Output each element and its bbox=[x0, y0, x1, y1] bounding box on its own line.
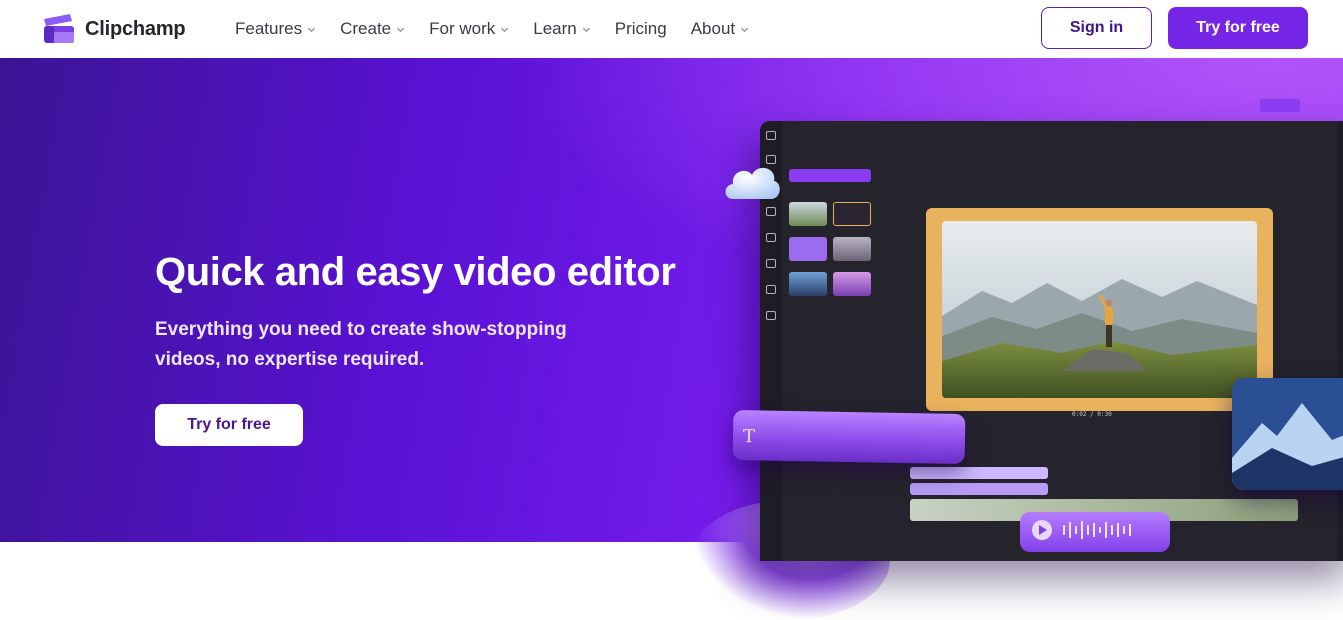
menu-item-label: For work bbox=[429, 19, 496, 38]
photo-tile-decoration bbox=[1232, 378, 1343, 490]
text-clip-decoration: T bbox=[732, 409, 966, 465]
media-thumbnail bbox=[833, 237, 871, 261]
menu-item-label: About bbox=[690, 19, 736, 38]
hero-subtitle: Everything you need to create show-stopp… bbox=[155, 315, 615, 375]
menu-item-learn[interactable]: Learn bbox=[533, 19, 590, 39]
chevron-down-icon bbox=[397, 27, 405, 32]
timeline-track bbox=[910, 467, 1048, 479]
video-preview bbox=[926, 208, 1273, 411]
editor-right-rail bbox=[1338, 121, 1343, 561]
chevron-down-icon bbox=[501, 27, 509, 32]
chevron-down-icon bbox=[582, 27, 590, 32]
hero-subtitle-line: Everything you need to create show-stopp… bbox=[155, 319, 567, 340]
sign-in-button[interactable]: Sign in bbox=[1041, 7, 1152, 49]
export-button-illustration bbox=[1260, 99, 1300, 112]
media-thumbnail bbox=[789, 202, 827, 226]
menu-item-pricing[interactable]: Pricing bbox=[615, 19, 667, 39]
playback-timecode: 0:02 / 0:30 bbox=[1072, 411, 1112, 418]
menu-item-label: Features bbox=[235, 19, 303, 38]
transition-icon bbox=[766, 285, 776, 294]
chevron-down-icon bbox=[308, 27, 316, 32]
media-thumbnail bbox=[833, 202, 871, 226]
menu-item-create[interactable]: Create bbox=[340, 19, 405, 39]
top-navigation: Clipchamp Features Create For work Learn… bbox=[0, 0, 1343, 58]
mountain-photo-image bbox=[1232, 378, 1343, 490]
template-icon bbox=[766, 233, 776, 242]
text-icon bbox=[766, 259, 776, 268]
mountain-landscape-image bbox=[942, 221, 1257, 398]
media-panel bbox=[786, 145, 876, 405]
menu-item-label: Pricing bbox=[614, 19, 667, 38]
brand-logo[interactable]: Clipchamp bbox=[42, 13, 186, 45]
editor-mockup: 0:02 / 0:30 bbox=[760, 99, 1343, 561]
menu-item-label: Create bbox=[340, 19, 392, 38]
preview-image bbox=[942, 221, 1257, 398]
media-thumbnail bbox=[789, 237, 827, 261]
media-thumbnail bbox=[833, 272, 871, 296]
menu-item-label: Learn bbox=[533, 19, 577, 38]
clipchamp-logo-icon bbox=[44, 14, 74, 43]
cloud-decoration-icon bbox=[725, 167, 780, 199]
menu-item-for-work[interactable]: For work bbox=[429, 19, 509, 39]
chevron-down-icon bbox=[741, 27, 749, 32]
hero-subtitle-line: videos, no expertise required. bbox=[155, 349, 425, 370]
try-for-free-hero-button[interactable]: Try for free bbox=[155, 404, 303, 446]
brand-kit-icon bbox=[766, 311, 776, 320]
grid-icon bbox=[766, 131, 776, 140]
menu-item-about[interactable]: About bbox=[691, 19, 749, 39]
play-waveform-icon bbox=[1032, 520, 1131, 540]
brand-name: Clipchamp bbox=[85, 17, 186, 40]
try-for-free-nav-button[interactable]: Try for free bbox=[1168, 7, 1308, 49]
import-media-button-illustration bbox=[789, 169, 871, 182]
hero-title: Quick and easy video editor bbox=[155, 250, 676, 294]
main-menu: Features Create For work Learn Pricing A… bbox=[235, 0, 773, 58]
menu-item-features[interactable]: Features bbox=[235, 19, 316, 39]
audio-clip-decoration bbox=[1020, 512, 1170, 552]
text-tool-icon: T bbox=[742, 426, 756, 448]
timeline-track bbox=[910, 483, 1048, 495]
media-thumbnail bbox=[789, 272, 827, 296]
